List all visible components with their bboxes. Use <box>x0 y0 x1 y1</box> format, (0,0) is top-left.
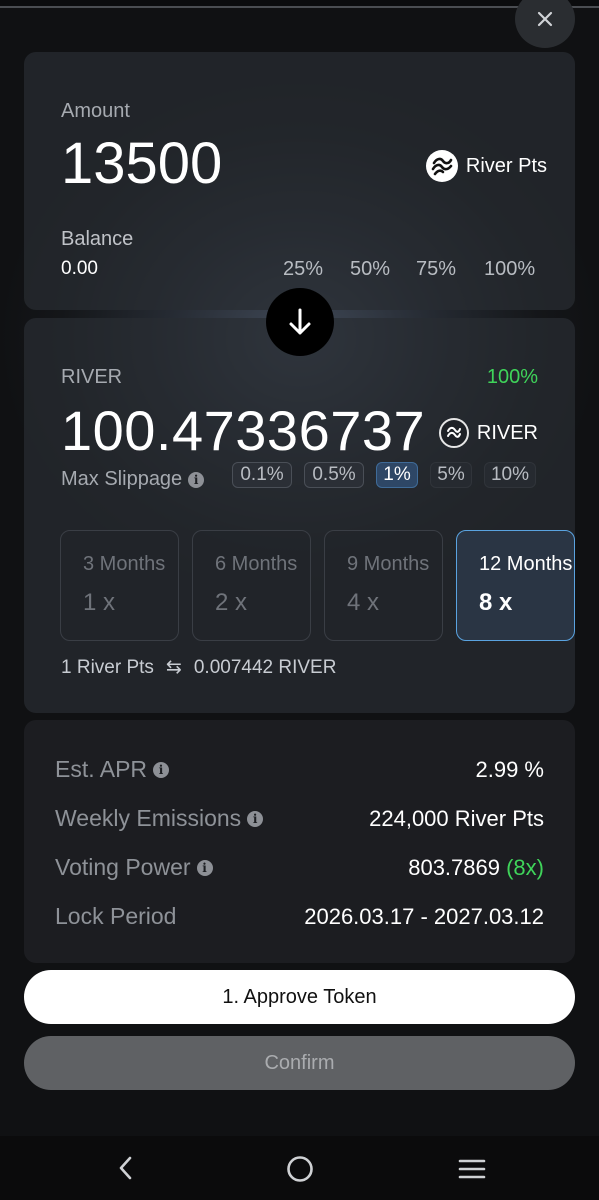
stake-sheet: Amount 13500 River Pts Balance 0.00 25% … <box>0 0 599 1136</box>
slippage-option-5[interactable]: 5% <box>430 462 472 488</box>
home-icon[interactable] <box>285 1154 315 1184</box>
system-nav-bar <box>0 1136 599 1200</box>
lock-period-12-months[interactable]: 12 Months 8 x <box>456 530 575 641</box>
approve-token-button[interactable]: 1. Approve Token <box>24 970 575 1024</box>
period-label: 9 Months <box>347 553 430 575</box>
token-selector-river-pts[interactable]: River Pts <box>425 150 547 182</box>
slippage-option-10[interactable]: 10% <box>484 462 536 488</box>
close-icon <box>537 11 553 27</box>
emissions-value: 224,000 River Pts <box>369 805 544 831</box>
slippage-option-0.1[interactable]: 0.1% <box>232 462 292 488</box>
voting-value: 803.7869 <box>408 854 500 880</box>
rate-from: 1 River Pts <box>61 656 154 678</box>
period-multiplier: 2 x <box>215 589 248 616</box>
info-icon[interactable]: i <box>153 761 170 778</box>
rate-to: 0.007442 RIVER <box>193 656 337 678</box>
voting-power-row: Voting Power i 803.7869 (8x) <box>55 854 544 881</box>
lock-period-row: Lock Period 2026.03.17 - 2027.03.12 <box>55 903 544 930</box>
apr-value: 2.99 % <box>475 756 545 782</box>
period-label: 12 Months <box>479 553 573 575</box>
lock-value: 2026.03.17 - 2027.03.12 <box>304 903 544 929</box>
exchange-rate: 1 River Pts ⇆ 0.007442 RIVER <box>61 656 336 679</box>
output-label: RIVER <box>61 366 123 388</box>
balance-value: 0.00 <box>61 258 98 279</box>
lock-period-6-months[interactable]: 6 Months 2 x <box>192 530 311 641</box>
slippage-option-1[interactable]: 1% <box>376 462 418 488</box>
apr-row: Est. APR i 2.99 % <box>55 756 544 783</box>
info-icon[interactable]: i <box>188 471 205 488</box>
percent-100-button[interactable]: 100% <box>484 258 535 281</box>
output-token-name: RIVER <box>476 421 538 444</box>
confirm-button[interactable]: Confirm <box>24 1036 575 1090</box>
output-card: RIVER 100% 100.47336737 RIVER Max Slippa… <box>24 318 575 713</box>
slippage-label: Max Slippage <box>61 468 183 490</box>
swap-arrows-icon: ⇆ <box>165 657 182 678</box>
info-icon[interactable]: i <box>247 810 264 827</box>
info-icon[interactable]: i <box>196 859 213 876</box>
emissions-label: Weekly Emissions <box>55 805 242 831</box>
amount-card: Amount 13500 River Pts Balance 0.00 25% … <box>24 52 575 310</box>
period-label: 3 Months <box>83 553 166 575</box>
lock-period-9-months[interactable]: 9 Months 4 x <box>324 530 443 641</box>
details-card: Est. APR i 2.99 % Weekly Emissions i 224,0… <box>24 720 575 963</box>
percent-75-button[interactable]: 75% <box>416 258 456 281</box>
percent-25-button[interactable]: 25% <box>283 258 323 281</box>
amount-input[interactable]: 13500 <box>61 130 222 197</box>
river-token-icon <box>438 418 469 448</box>
period-multiplier: 1 x <box>83 589 116 616</box>
balance-label: Balance <box>61 228 134 250</box>
arrow-down-icon <box>289 308 311 335</box>
amount-label: Amount <box>61 100 130 122</box>
output-percent: 100% <box>486 366 538 388</box>
period-label: 6 Months <box>215 553 298 575</box>
recent-apps-icon[interactable] <box>457 1154 487 1184</box>
river-logo-icon <box>425 150 458 182</box>
output-value: 100.47336737 <box>61 399 426 462</box>
weekly-emissions-row: Weekly Emissions i 224,000 River Pts <box>55 805 544 832</box>
swap-direction-button[interactable] <box>266 288 334 356</box>
period-multiplier: 4 x <box>347 589 380 616</box>
lock-label: Lock Period <box>55 903 177 929</box>
close-button[interactable] <box>515 0 575 48</box>
voting-multiplier: (8x) <box>506 854 544 880</box>
lock-period-3-months[interactable]: 3 Months 1 x <box>60 530 179 641</box>
back-icon[interactable] <box>114 1154 138 1182</box>
token-badge-river: RIVER <box>438 418 538 448</box>
period-multiplier: 8 x <box>479 589 513 616</box>
slippage-option-0.5[interactable]: 0.5% <box>304 462 364 488</box>
max-slippage: Max Slippage i <box>61 468 205 491</box>
apr-label: Est. APR <box>55 756 148 782</box>
voting-label: Voting Power <box>55 854 191 880</box>
percent-50-button[interactable]: 50% <box>350 258 390 281</box>
token-name: River Pts <box>465 154 547 177</box>
